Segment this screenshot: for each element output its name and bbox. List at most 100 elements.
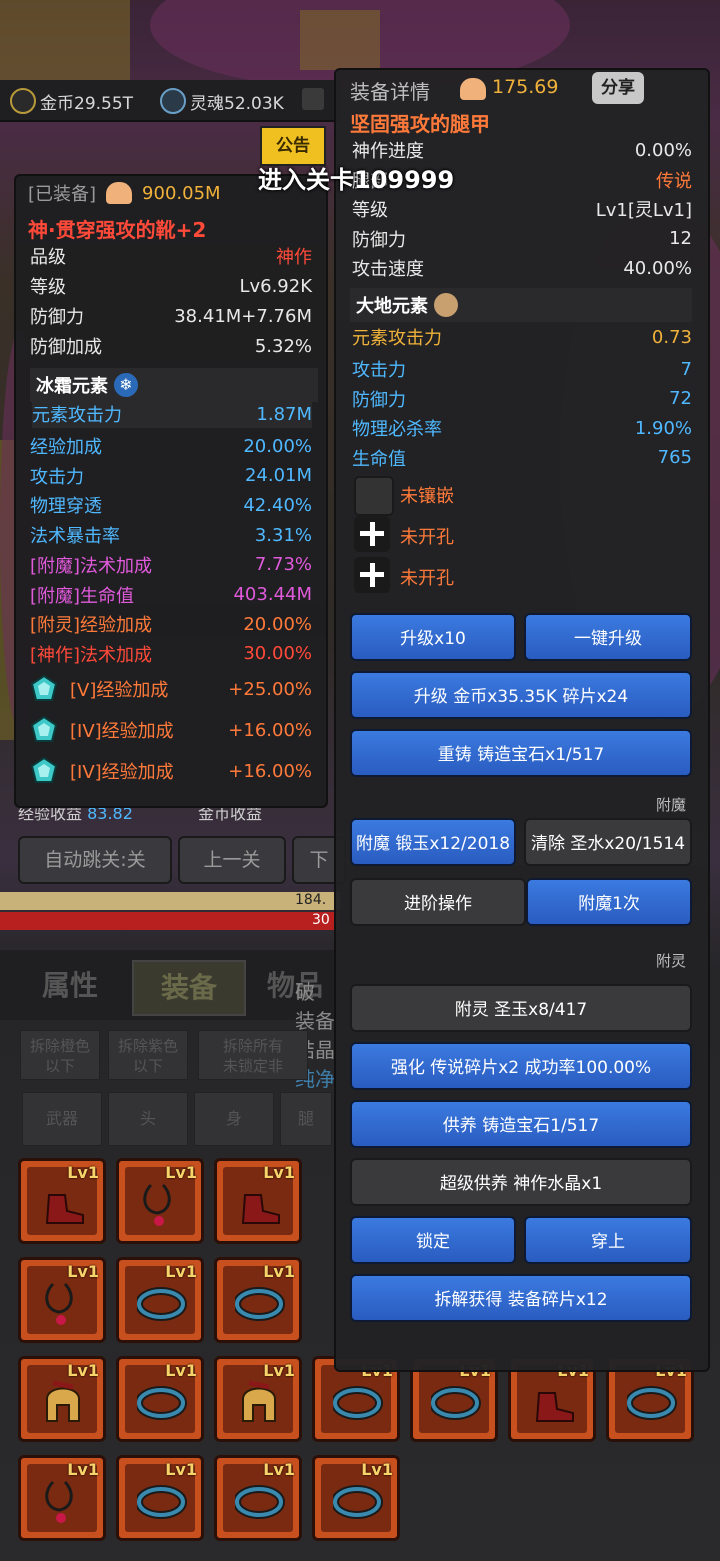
upgrade-button[interactable]: 升级 金币x35.35K 碎片x24	[350, 671, 692, 719]
main-tabs: 属性 装备 物品	[0, 950, 340, 1020]
amulet-icon	[45, 1282, 73, 1325]
inventory-item[interactable]: Lv1	[18, 1356, 106, 1442]
crystal-icon	[30, 716, 58, 742]
enchant-button[interactable]: 附魔 锻玉x12/2018	[350, 818, 516, 866]
bag-icon[interactable]	[302, 88, 324, 110]
gem-socket[interactable]	[354, 476, 394, 516]
arm-icon	[460, 78, 486, 100]
strengthen-button[interactable]: 强化 传说碎片x2 成功率100.00%	[350, 1042, 692, 1090]
prev-stage-button[interactable]: 上一关	[178, 836, 286, 884]
slot-legs[interactable]: 腿	[280, 1092, 332, 1146]
inventory-item[interactable]: Lv1	[18, 1158, 106, 1244]
inventory-item[interactable]: Lv1	[18, 1455, 106, 1541]
open-socket-icon[interactable]	[354, 516, 390, 552]
clear-enchant-button[interactable]: 清除 圣水x20/1514	[524, 818, 692, 866]
frost-icon: ❄	[114, 373, 138, 397]
stat-label: 等级	[352, 200, 388, 221]
crystal-label: [IV]经验加成	[70, 762, 174, 783]
item-level: Lv1	[165, 1262, 197, 1281]
stat-value: 20.00%	[243, 613, 312, 635]
stat-label: 品级	[30, 247, 66, 268]
inventory-item[interactable]: Lv1	[116, 1356, 204, 1442]
soul-counter: 灵魂52.03K	[160, 88, 284, 114]
inventory-item[interactable]: Lv1	[214, 1257, 302, 1343]
item-level: Lv1	[67, 1262, 99, 1281]
crystal-icon	[30, 757, 58, 783]
dismantle-purple-button[interactable]: 拆除紫色 以下	[108, 1030, 188, 1080]
element-header: 冰霜元素 ❄	[30, 368, 318, 402]
stat-row: 防御力 38.41M+7.76M	[30, 302, 312, 330]
equipped-panel: [已装备] 900.05M 神·贯穿强攻的靴+2 品级 神作 等级 Lv6.92K 防御…	[14, 174, 328, 808]
element-header: 大地元素	[350, 288, 692, 322]
helmet-icon	[46, 1380, 80, 1422]
stat-label: [附魔]法术加成	[30, 555, 153, 577]
stat-value: 7	[680, 358, 692, 380]
socket-label: 未开孔	[400, 568, 454, 589]
lock-button[interactable]: 锁定	[350, 1216, 516, 1264]
tab-attributes[interactable]: 属性	[20, 960, 120, 1012]
stat-value: Lv6.92K	[239, 275, 312, 297]
tab-equipment[interactable]: 装备	[132, 960, 246, 1016]
stat-row: 等级 Lv6.92K	[30, 272, 312, 300]
stat-value: 传说	[656, 170, 692, 192]
stat-row: 攻击速度 40.00%	[352, 254, 692, 282]
inventory-item[interactable]: Lv1	[214, 1455, 302, 1541]
wear-button[interactable]: 穿上	[524, 1216, 692, 1264]
stat-value: 30.00%	[243, 643, 312, 665]
dismantle-orange-button[interactable]: 拆除橙色 以下	[20, 1030, 100, 1080]
detail-name: 坚固强攻的腿甲	[350, 112, 490, 136]
stat-label: 法术暴击率	[30, 526, 120, 548]
upgrade-x10-button[interactable]: 升级x10	[350, 613, 516, 661]
nurture-button[interactable]: 供养 铸造宝石1/517	[350, 1100, 692, 1148]
amulet-icon	[143, 1183, 171, 1226]
inventory-item[interactable]: Lv1	[18, 1257, 106, 1343]
slot-weapon[interactable]: 武器	[22, 1092, 102, 1146]
stat-row: [附魔]生命值 403.44M	[30, 581, 312, 609]
stat-label: [附魔]生命值	[30, 585, 135, 607]
crystal-label: [IV]经验加成	[70, 721, 174, 742]
stat-label: 防御力	[30, 307, 84, 328]
stat-row: 品级 神作	[30, 242, 312, 270]
inventory-item[interactable]: Lv1	[116, 1257, 204, 1343]
stat-label: 等级	[30, 277, 66, 298]
spirit-section-label: 附灵	[655, 952, 686, 970]
dismantle-button[interactable]: 拆解获得 装备碎片x12	[350, 1274, 692, 1322]
element-attack-row: 元素攻击力 0.73	[352, 326, 692, 350]
stat-label: 防御加成	[30, 337, 102, 358]
spirit-button[interactable]: 附灵 圣玉x8/417	[350, 984, 692, 1032]
super-nurture-button[interactable]: 超级供养 神作水晶x1	[350, 1158, 692, 1206]
stat-row: 攻击力 24.01M	[30, 462, 312, 490]
stat-label: 防御力	[352, 229, 406, 251]
auto-skip-button[interactable]: 自动跳关:关	[18, 836, 172, 884]
advanced-ops-button[interactable]: 进阶操作	[350, 878, 526, 926]
enchant-once-button[interactable]: 附魔1次	[526, 878, 692, 926]
ring-icon	[235, 1485, 285, 1519]
slot-head[interactable]: 头	[108, 1092, 188, 1146]
stat-value: 1.90%	[634, 417, 692, 439]
stat-value: 0.00%	[634, 139, 692, 161]
inventory-item[interactable]: Lv1	[214, 1356, 302, 1442]
inventory-item[interactable]: Lv1	[312, 1455, 400, 1541]
stat-row: 攻击力 7	[352, 355, 692, 383]
open-socket-icon[interactable]	[354, 557, 390, 593]
item-level: Lv1	[67, 1163, 99, 1182]
reforge-button[interactable]: 重铸 铸造宝石x1/517	[350, 729, 692, 777]
inventory-item[interactable]: Lv1	[116, 1158, 204, 1244]
dismantle-all-button[interactable]: 拆除所有 未锁定非	[198, 1030, 308, 1080]
share-button[interactable]: 分享	[592, 72, 644, 104]
crystal-row: [IV]经验加成 +16.00%	[30, 752, 312, 790]
inventory-item[interactable]: Lv1	[214, 1158, 302, 1244]
slot-body[interactable]: 身	[194, 1092, 274, 1146]
item-level: Lv1	[263, 1361, 295, 1380]
enter-stage-banner: 进入关卡109999	[258, 166, 455, 194]
inventory-item[interactable]: Lv1	[116, 1455, 204, 1541]
stat-value: 神作	[276, 247, 312, 268]
one-click-upgrade-button[interactable]: 一键升级	[524, 613, 692, 661]
stat-value: 765	[657, 447, 692, 468]
ring-icon	[333, 1485, 383, 1519]
item-level: Lv1	[67, 1361, 99, 1380]
stat-row: [附灵]经验加成 20.00%	[30, 610, 312, 638]
boot-icon	[535, 1392, 574, 1422]
hp-bar	[0, 912, 340, 930]
detail-panel: 装备详情 175.69 分享 坚固强攻的腿甲 神作进度 0.00% 腿部 传说 等级 Lv…	[334, 68, 710, 1372]
